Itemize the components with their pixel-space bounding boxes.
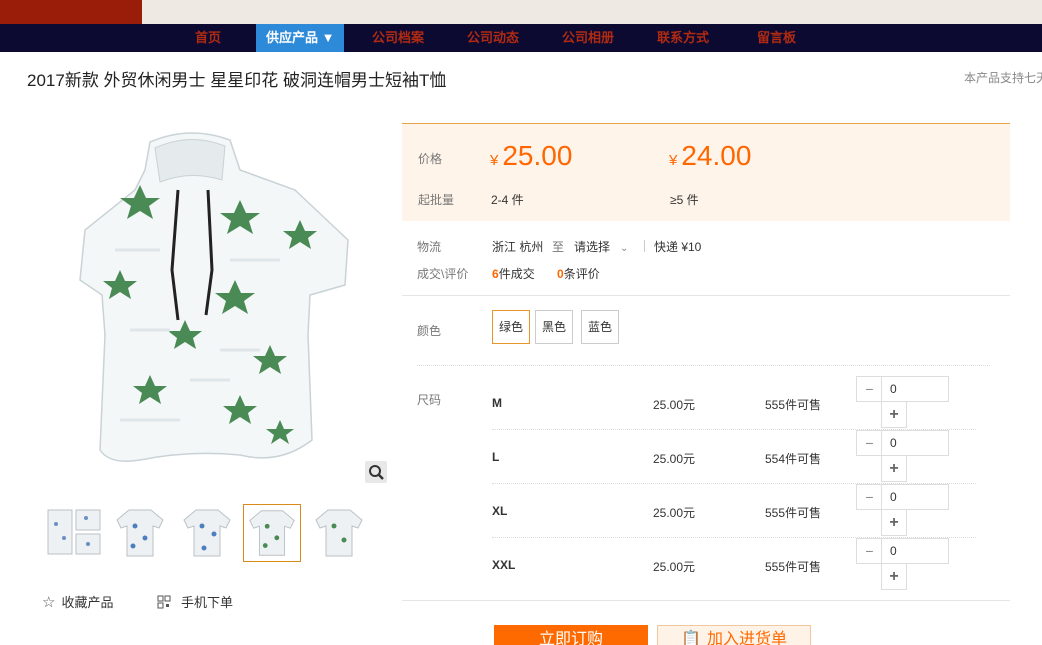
- price-tier-2: ¥24.00: [669, 140, 752, 171]
- favorite-label: 收藏产品: [61, 595, 114, 610]
- separator: [402, 295, 1010, 296]
- thumbnail-2[interactable]: [111, 504, 169, 562]
- header-logo-block: [0, 0, 142, 24]
- deal-count: 6件成交: [492, 267, 535, 281]
- nav-home[interactable]: 首页: [195, 24, 221, 52]
- nav-products[interactable]: 供应产品 ▼: [256, 24, 345, 52]
- moq-tier-1: 2-4 件: [491, 193, 524, 207]
- add-to-cart-button[interactable]: 📋 加入进货单: [657, 625, 811, 645]
- size-price: 25.00元: [653, 452, 696, 466]
- chevron-down-icon: ⌄: [620, 243, 629, 254]
- price-tier-1: ¥25.00: [490, 140, 573, 171]
- zoom-button[interactable]: [365, 461, 387, 483]
- moq-tier-2: ≥5 件: [670, 193, 699, 207]
- increase-button[interactable]: +: [881, 402, 907, 428]
- thumbnail-5[interactable]: [310, 504, 368, 562]
- size-stock: 555件可售: [765, 506, 822, 520]
- qrcode-icon: [157, 595, 171, 609]
- size-name: L: [492, 450, 500, 464]
- quantity-input[interactable]: 0: [881, 538, 949, 564]
- decrease-button[interactable]: −: [856, 376, 882, 402]
- color-option-blue[interactable]: 蓝色: [581, 310, 620, 344]
- logistics-label: 物流: [417, 240, 442, 254]
- size-stock: 554件可售: [765, 452, 822, 466]
- divider: [644, 240, 645, 252]
- size-name: XXL: [492, 558, 516, 572]
- moq-label: 起批量: [418, 193, 455, 207]
- order-now-button[interactable]: 立即订购: [494, 625, 648, 645]
- nav-company-album[interactable]: 公司相册: [562, 24, 614, 52]
- size-name: XL: [492, 504, 508, 518]
- thumbnail-1[interactable]: [44, 504, 102, 562]
- magnifier-icon: [369, 465, 384, 480]
- support-notice: 本产品支持七天: [964, 71, 1042, 85]
- review-count[interactable]: 0条评价: [557, 265, 600, 282]
- thumbnail-3[interactable]: [178, 504, 236, 562]
- product-title: 2017新款 外贸休闲男士 星星印花 破洞连帽男士短袖T恤: [27, 71, 447, 90]
- separator: [402, 600, 1010, 601]
- color-option-green[interactable]: 绿色: [492, 310, 531, 344]
- product-main-image[interactable]: [40, 120, 390, 490]
- size-stock: 555件可售: [765, 398, 822, 412]
- express-fee: 快递 ¥10: [654, 240, 702, 254]
- size-price: 25.00元: [653, 560, 696, 574]
- star-icon: ☆: [42, 594, 56, 611]
- color-label: 颜色: [417, 324, 442, 338]
- increase-button[interactable]: +: [881, 510, 907, 536]
- header-banner: [0, 0, 1042, 24]
- price-label: 价格: [418, 152, 443, 166]
- mobile-order-label: 手机下单: [181, 595, 234, 610]
- color-option-black[interactable]: 黑色: [535, 310, 574, 344]
- decrease-button[interactable]: −: [856, 430, 882, 456]
- thumbnail-4-selected[interactable]: [243, 504, 301, 562]
- main-nav: 首页 供应产品 ▼ 公司档案 公司动态 公司相册 联系方式 留言板: [0, 24, 1042, 52]
- logistics-from: 浙江 杭州: [492, 240, 544, 254]
- decrease-button[interactable]: −: [856, 538, 882, 564]
- mobile-order[interactable]: 手机下单: [157, 592, 233, 611]
- size-label: 尺码: [417, 393, 442, 407]
- increase-button[interactable]: +: [881, 564, 907, 590]
- clipboard-icon: 📋: [681, 631, 701, 645]
- size-price: 25.00元: [653, 398, 696, 412]
- nav-company-news[interactable]: 公司动态: [467, 24, 519, 52]
- separator: [417, 365, 990, 366]
- nav-guestbook[interactable]: 留言板: [757, 24, 796, 52]
- deals-label: 成交\评价: [417, 267, 469, 281]
- favorite-product[interactable]: ☆ 收藏产品: [42, 592, 113, 611]
- quantity-input[interactable]: 0: [881, 376, 949, 402]
- size-name: M: [492, 396, 502, 410]
- logistics-to-word: 至: [552, 240, 565, 254]
- quantity-input[interactable]: 0: [881, 430, 949, 456]
- increase-button[interactable]: +: [881, 456, 907, 482]
- nav-company-profile[interactable]: 公司档案: [372, 24, 424, 52]
- size-price: 25.00元: [653, 506, 696, 520]
- quantity-input[interactable]: 0: [881, 484, 949, 510]
- nav-contact[interactable]: 联系方式: [657, 24, 709, 52]
- decrease-button[interactable]: −: [856, 484, 882, 510]
- destination-select[interactable]: 请选择 ⌄: [574, 238, 628, 255]
- size-stock: 555件可售: [765, 560, 822, 574]
- price-box: 价格 ¥25.00 ¥24.00 起批量 2-4 件 ≥5 件: [402, 123, 1010, 221]
